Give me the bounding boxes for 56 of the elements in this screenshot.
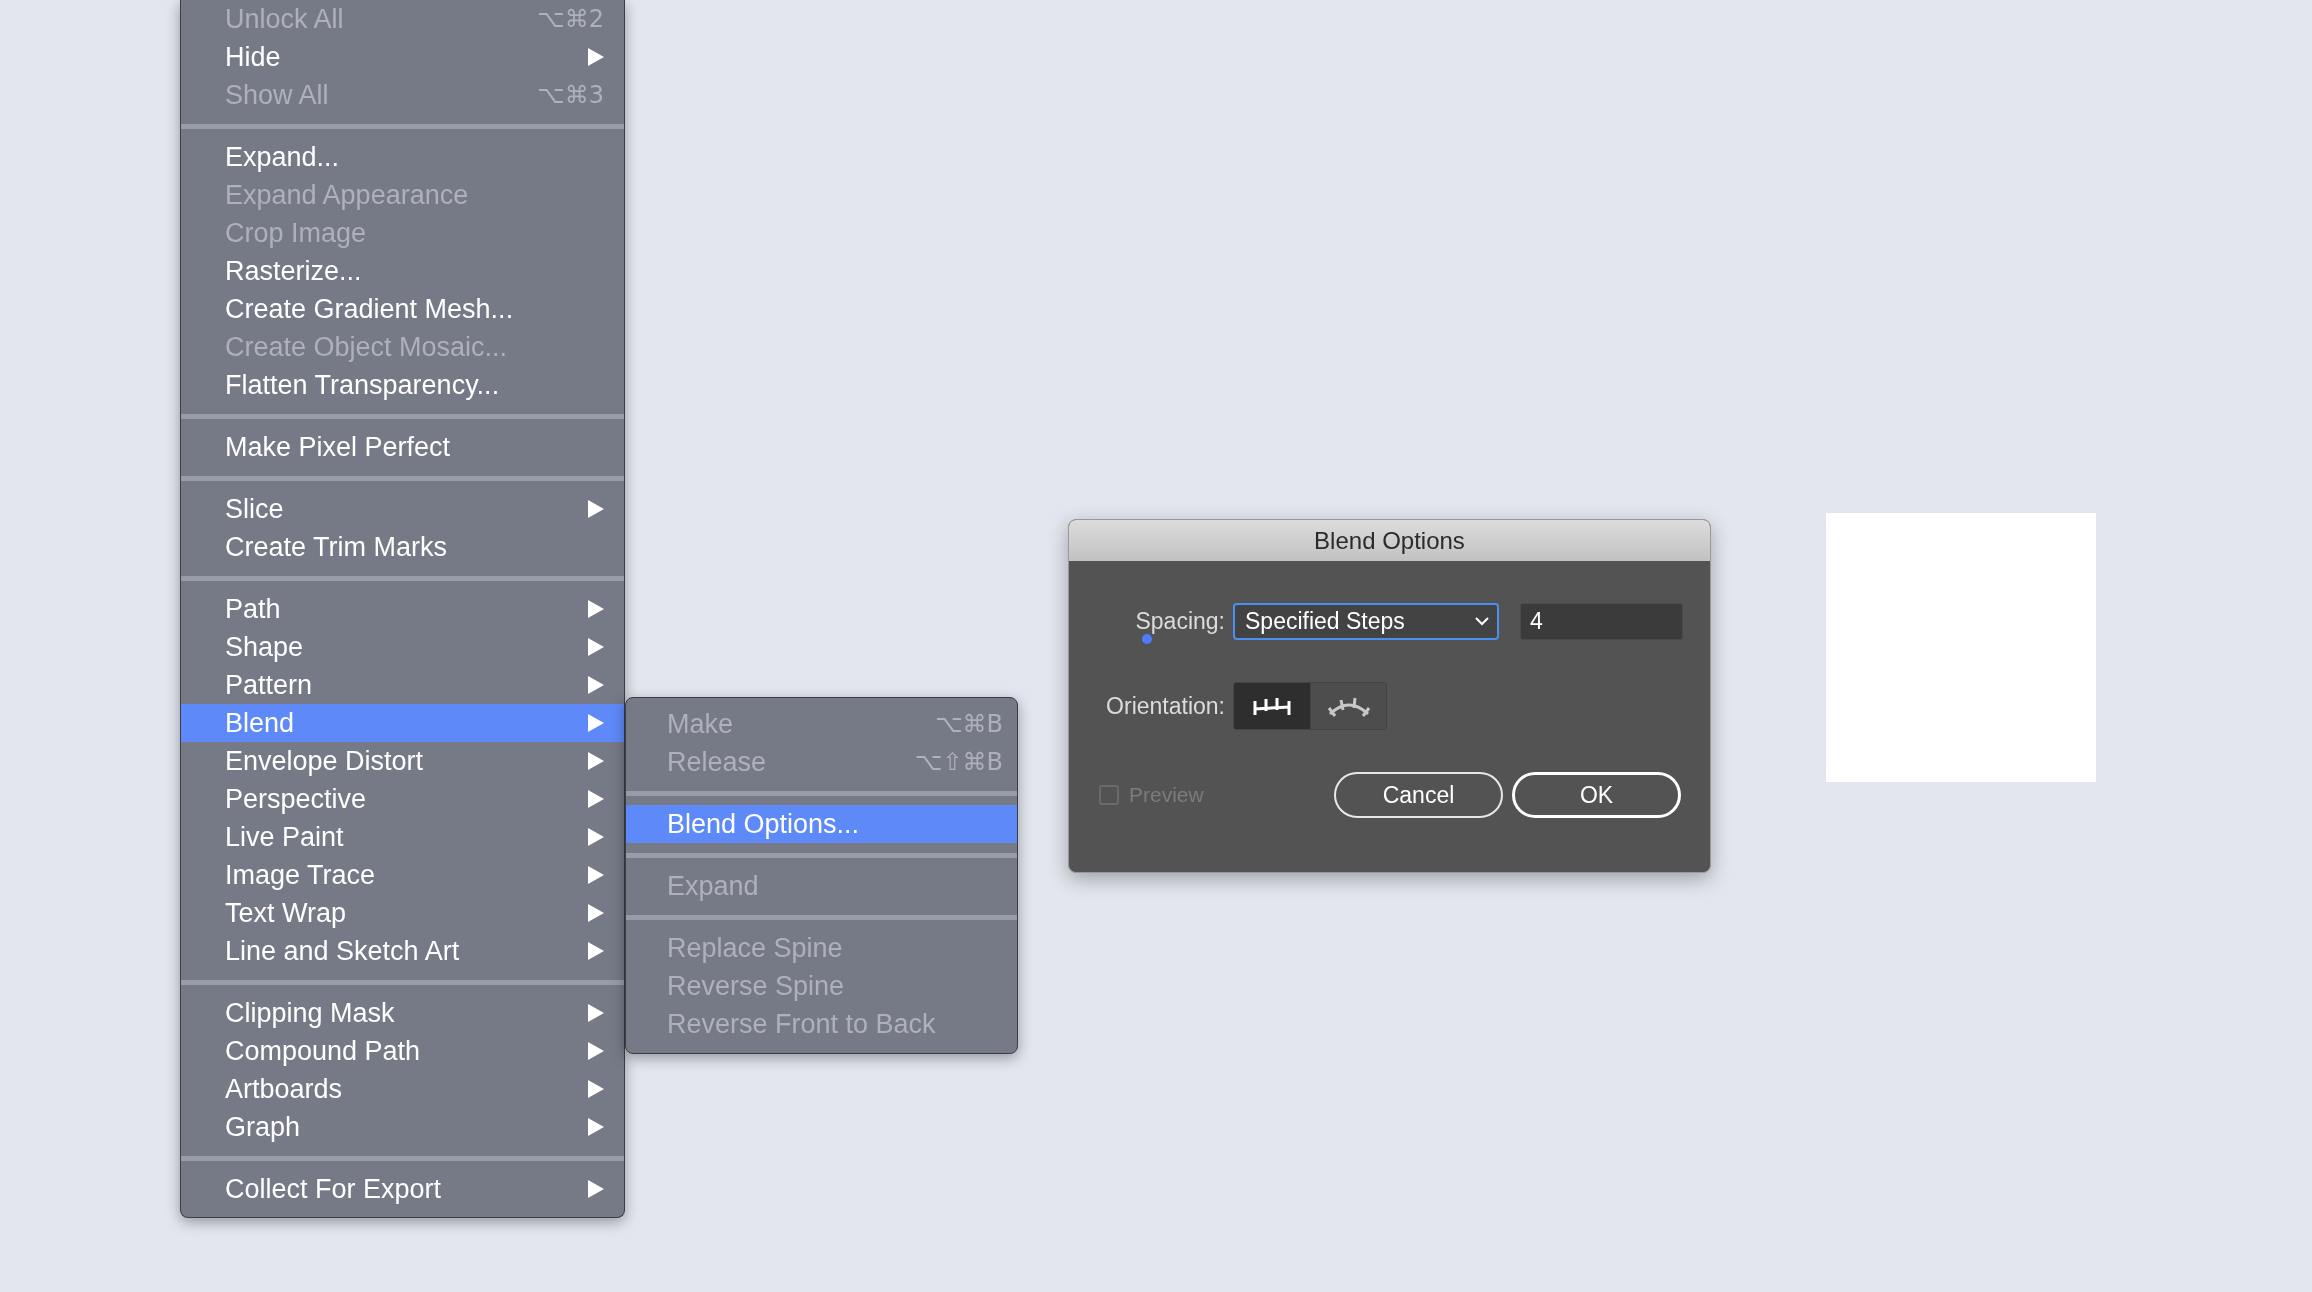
menu-item[interactable]: Blend [181, 704, 624, 742]
menu-item[interactable]: Graph [181, 1108, 624, 1146]
submenu-arrow-icon [588, 1004, 604, 1022]
submenu-arrow-icon [588, 638, 604, 656]
submenu-arrow-icon [588, 752, 604, 770]
submenu-arrow-icon [588, 942, 604, 960]
shortcut-text: ⌥⌘2 [537, 7, 604, 31]
menu-item[interactable]: Artboards [181, 1070, 624, 1108]
ok-button[interactable]: OK [1512, 772, 1681, 818]
submenu-arrow-icon [588, 600, 604, 618]
menu-item[interactable]: Image Trace [181, 856, 624, 894]
submenu-arrow-icon [588, 48, 604, 66]
menu-item[interactable]: Expand... [181, 138, 624, 176]
submenu-arrow-icon [588, 866, 604, 884]
menu-item[interactable]: Blend Options... [626, 805, 1017, 843]
submenu-arrow-icon [588, 790, 604, 808]
menu-item[interactable]: Envelope Distort [181, 742, 624, 780]
submenu-arrow-icon [588, 1180, 604, 1198]
menu-item[interactable]: Collect For Export [181, 1170, 624, 1208]
menu-item[interactable]: Flatten Transparency... [181, 366, 624, 404]
chevron-down-icon [1475, 617, 1489, 626]
cancel-button[interactable]: Cancel [1334, 772, 1503, 818]
menu-item[interactable]: Pattern [181, 666, 624, 704]
menu-item[interactable]: Create Gradient Mesh... [181, 290, 624, 328]
menu-item[interactable]: Live Paint [181, 818, 624, 856]
menu-item[interactable]: Slice [181, 490, 624, 528]
menu-item[interactable]: Compound Path [181, 1032, 624, 1070]
menu-item[interactable]: Shape [181, 628, 624, 666]
menu-item[interactable]: Clipping Mask [181, 994, 624, 1032]
menu-item[interactable]: Create Trim Marks [181, 528, 624, 566]
submenu-arrow-icon [588, 904, 604, 922]
menu-item[interactable]: Path [181, 590, 624, 628]
shortcut-text: ⌥⌘B [934, 712, 1003, 736]
menu-item[interactable]: Make Pixel Perfect [181, 428, 624, 466]
submenu-arrow-icon [588, 676, 604, 694]
submenu-arrow-icon [588, 1080, 604, 1098]
menu-item[interactable]: Text Wrap [181, 894, 624, 932]
orientation-toggle[interactable] [1310, 683, 1386, 729]
submenu-arrow-icon [588, 1042, 604, 1060]
menu-item[interactable]: Perspective [181, 780, 624, 818]
menu-item[interactable]: Rasterize... [181, 252, 624, 290]
orientation-label: Orientation: [1106, 691, 1225, 721]
submenu-arrow-icon [588, 828, 604, 846]
steps-field[interactable]: 4 [1520, 603, 1683, 640]
straight-ticks-icon [1252, 695, 1292, 717]
menu-item[interactable]: Hide [181, 38, 624, 76]
shortcut-text: ⌥⌘3 [537, 83, 604, 107]
submenu-arrow-icon [588, 1118, 604, 1136]
dialog-title: Blend Options [1314, 525, 1465, 556]
submenu-arrow-icon [588, 500, 604, 518]
shortcut-text: ⌥⇧⌘B [914, 750, 1003, 774]
spacing-label: Spacing: [1135, 607, 1225, 637]
spacing-dropdown[interactable]: Specified Steps [1233, 603, 1499, 640]
orientation-toggle[interactable] [1234, 683, 1310, 729]
menu-item[interactable]: Line and Sketch Art [181, 932, 624, 970]
submenu-arrow-icon [588, 714, 604, 732]
